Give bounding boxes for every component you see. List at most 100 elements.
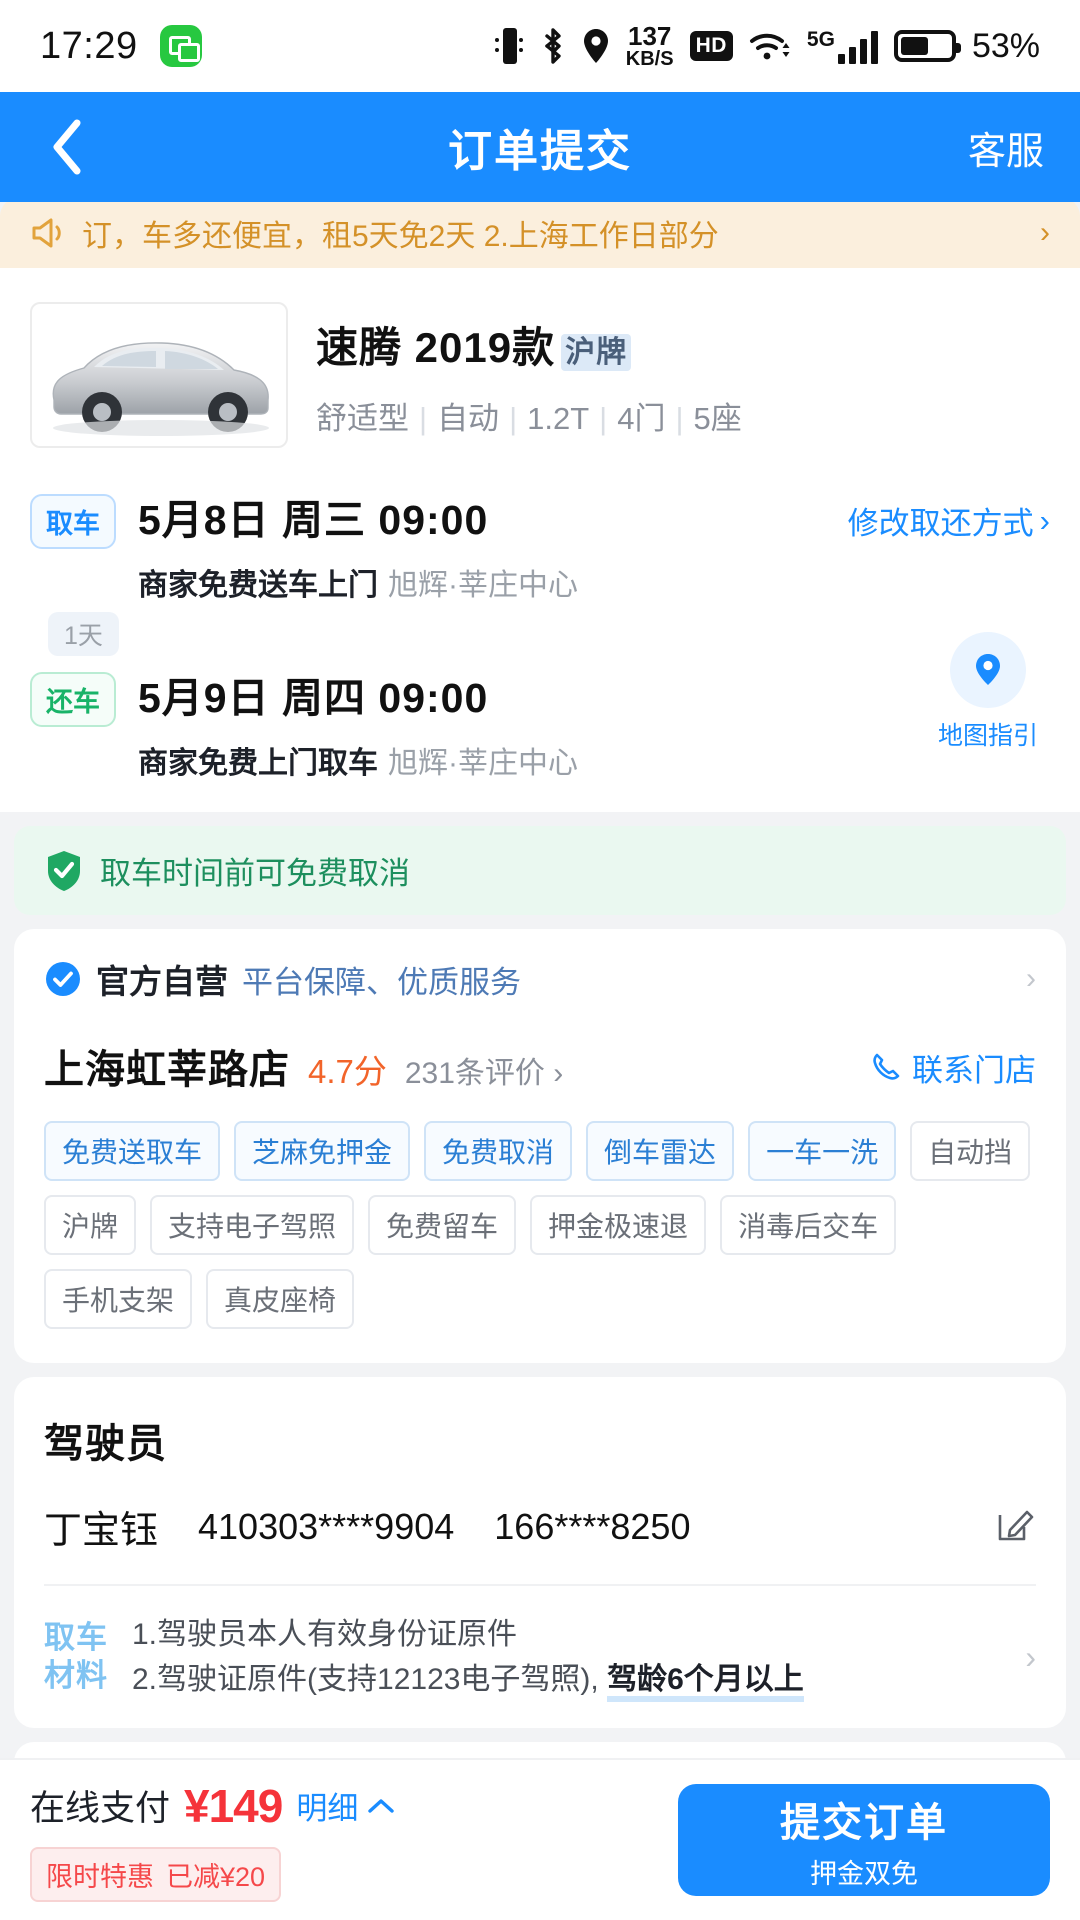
store-reviews-link[interactable]: 231条评价 › [405,1048,563,1092]
return-location: 旭辉·莘庄中心 [388,747,578,780]
app-screen: 17:29 137 KB/S HD 5G 53% 订单提交 客服 订，车多还便宜… [0,0,1080,1920]
duration-chip: 1天 [48,612,119,656]
car-name: 速腾 2019款 [316,324,556,371]
contact-store-label: 联系门店 [912,1052,1036,1088]
store-tag: 倒车雷达 [586,1121,735,1181]
car-spec-1: 自动 [437,401,500,436]
store-score: 4.7分 [308,1053,387,1090]
store-tag: 免费取消 [424,1121,573,1181]
verified-badge-icon [46,962,80,996]
network-speed-unit: KB/S [625,48,674,70]
submit-order-label: 提交订单 [780,1800,948,1845]
free-cancel-text: 取车时间前可免费取消 [100,856,410,891]
car-spec-4: 5座 [693,401,742,436]
submit-order-sublabel: 押金双免 [810,1858,918,1889]
car-info: 速腾 2019款 沪牌 舒适型 | 自动 | 1.2T | 4门 | 5座 [316,302,742,438]
map-pin-icon [949,632,1026,708]
return-tag: 还车 [30,672,116,727]
store-tag: 押金极速退 [530,1195,707,1255]
driver-section-title: 驾驶员 [44,1422,167,1466]
chevron-up-icon [368,1798,395,1813]
driver-row[interactable]: 丁宝钰 410303****9904 166****8250 [14,1469,1066,1584]
materials-item-2-prefix: 2.驾驶证原件(支持12123电子驾照), [132,1663,608,1696]
car-spec-2: 1.2T [527,401,590,436]
official-row[interactable]: 官方自营 平台保障、优质服务 › [14,929,1066,1029]
shield-check-icon [48,850,80,891]
return-service-line: 商家免费上门取车 旭辉·莘庄中心 [138,738,578,782]
store-tag: 自动挡 [910,1121,1031,1181]
hd-icon: HD [689,31,733,61]
nav-bar: 订单提交 客服 [0,92,1080,202]
modify-link-chevron-icon: › [1039,502,1050,538]
customer-service-button[interactable]: 客服 [968,120,1044,175]
car-plate-tag: 沪牌 [561,334,632,371]
car-spec-0: 舒适型 [316,401,409,436]
car-specs: 舒适型 | 自动 | 1.2T | 4门 | 5座 [316,401,742,436]
materials-badge-line1: 取车 [44,1620,108,1656]
bluetooth-icon [545,28,561,64]
promo-banner[interactable]: 订，车多还便宜，租5天免2天 2.上海工作日部分 › [0,198,1080,268]
pickup-service-line: 商家免费送车上门 旭辉·莘庄中心 [138,560,578,604]
pickup-materials-row[interactable]: 取车 材料 1.驾驶员本人有效身份证原件 2.驾驶证原件(支持12123电子驾照… [14,1586,1066,1728]
wifi-icon [749,33,790,60]
payment-detail-toggle[interactable]: 明细 [296,1783,396,1828]
message-icon [159,25,202,67]
submit-order-button[interactable]: 提交订单 押金双免 [678,1784,1050,1896]
materials-badge-line2: 材料 [44,1658,108,1693]
store-tag: 一车一洗 [748,1121,897,1181]
promo-text: 订，车多还便宜，租5天免2天 2.上海工作日部分 [82,220,719,253]
store-tag: 芝麻免押金 [234,1121,411,1181]
network-speed-value: 137 [627,21,672,51]
materials-item-2-highlight: 驾龄6个月以上 [607,1663,804,1702]
pickup-datetime: 5月8日 周三 09:00 [138,497,489,543]
store-tag: 消毒后交车 [720,1195,897,1255]
modify-pickup-return-link[interactable]: 修改取还方式 › [848,498,1050,543]
trip-section: 修改取还方式 › 地图指引 取车 5月8日 周三 09:00 商家免费送车上门 … [0,482,1080,812]
pickup-location: 旭辉·莘庄中心 [388,569,578,602]
payment-promo-label: 限时特惠 [46,1861,154,1892]
payment-summary: 在线支付 ¥149 明细 限时特惠 已减¥20 [30,1779,396,1902]
return-datetime: 5月9日 周四 09:00 [138,675,489,721]
driver-name: 丁宝钰 [44,1510,159,1552]
store-tag: 手机支架 [44,1269,193,1329]
store-reviews-count: 231条评价 [404,1057,545,1090]
contact-store-button[interactable]: 联系门店 [870,1045,1036,1090]
modify-link-label: 修改取还方式 [847,506,1034,541]
payment-line: 在线支付 ¥149 明细 [30,1779,396,1833]
status-bar-right: 137 KB/S HD 5G 53% [494,23,1040,69]
car-spec-3: 4门 [617,401,666,436]
materials-item-1: 1.驾驶员本人有效身份证原件 [132,1618,518,1651]
materials-badge: 取车 材料 [44,1619,108,1695]
edit-pencil-icon[interactable] [994,1503,1036,1550]
official-subtitle: 平台保障、优质服务 [242,964,521,1000]
payment-promo-value: 已减¥20 [166,1861,266,1892]
materials-chevron-icon: › [1025,1638,1036,1675]
location-icon [583,29,608,63]
map-guide-button[interactable]: 地图指引 [938,632,1038,752]
promo-chevron-icon: › [1040,216,1050,249]
battery-icon [893,30,961,62]
status-bar: 17:29 137 KB/S HD 5G 53% [0,0,1080,92]
store-tag-list: 免费送取车 芝麻免押金 免费取消 倒车雷达 一车一洗 自动挡 沪牌 支持电子驾照 免费留车 押金极… [14,1095,1066,1363]
car-photo [30,302,288,448]
pickup-tag: 取车 [30,494,116,549]
official-chevron-icon: › [1026,962,1036,995]
free-cancel-strip: 取车时间前可免费取消 [14,826,1066,915]
store-tag: 真皮座椅 [206,1269,355,1329]
store-tag: 沪牌 [44,1195,137,1255]
network-type-label: 5G [806,27,835,51]
bottom-payment-bar: 在线支付 ¥149 明细 限时特惠 已减¥20 提交订单 押金双免 [0,1758,1080,1920]
duration-row: 1天 [30,604,1050,664]
driver-id-number: 410303****9904 [198,1505,455,1547]
page-title: 订单提交 [448,127,632,176]
car-row[interactable]: 速腾 2019款 沪牌 舒适型 | 自动 | 1.2T | 4门 | 5座 [0,268,1080,482]
return-service: 商家免费上门取车 [138,747,378,780]
driver-card: 驾驶员 丁宝钰 410303****9904 166****8250 取车 材料… [14,1377,1066,1728]
payment-label: 在线支付 [30,1789,171,1828]
status-time: 17:29 [40,24,138,67]
status-bar-left: 17:29 [40,25,202,68]
pickup-details: 5月8日 周三 09:00 商家免费送车上门 旭辉·莘庄中心 [138,486,578,604]
payment-detail-label: 明细 [296,1791,359,1826]
materials-list: 1.驾驶员本人有效身份证原件 2.驾驶证原件(支持12123电子驾照), 驾龄6… [132,1612,804,1702]
return-row[interactable]: 还车 5月9日 周四 09:00 商家免费上门取车 旭辉·莘庄中心 [30,664,1050,782]
